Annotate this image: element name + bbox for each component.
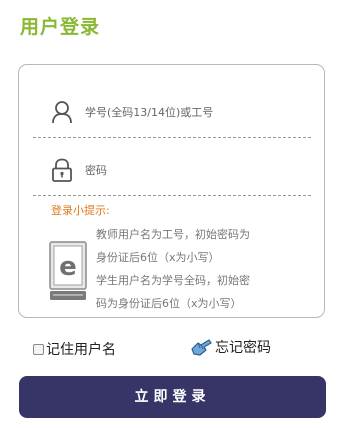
hint-line: 教师用户名为工号，初始密码为 [96, 228, 250, 241]
hint-line: 学生用户名为学号全码，初始密 [96, 274, 250, 287]
login-button[interactable]: 立即登录 [19, 376, 326, 418]
hint-line: 身份证后6位（x为小写） [96, 251, 220, 264]
username-field [33, 81, 311, 138]
lock-icon [52, 158, 72, 182]
hint-line: 码为身份证后6位（x为小写） [96, 297, 242, 310]
password-input[interactable] [85, 162, 305, 178]
login-form: 登录小提示: e 教师用户名为工号，初始密码为 身份证后6位（x为小写） 学生用… [18, 64, 325, 318]
svg-text:e: e [59, 252, 77, 282]
document-e-icon: e [49, 241, 87, 300]
username-input[interactable] [85, 104, 305, 120]
hand-pointer-icon [191, 339, 212, 356]
remember-checkbox[interactable] [33, 343, 44, 355]
remember-label: 记住用户名 [46, 342, 116, 358]
page-title: 用户登录 [20, 16, 101, 38]
hint-title: 登录小提示: [51, 204, 110, 217]
hint-text: 教师用户名为工号，初始密码为 身份证后6位（x为小写） 学生用户名为学号全码，初… [96, 223, 301, 315]
login-page: 用户登录 登录小提示: e 教师 [0, 0, 347, 428]
user-icon [52, 101, 72, 124]
remember-username[interactable]: 记住用户名 [33, 339, 116, 359]
forgot-password-link[interactable]: 忘记密码 [189, 337, 271, 357]
forgot-password-label: 忘记密码 [215, 340, 271, 356]
password-field [33, 139, 311, 196]
